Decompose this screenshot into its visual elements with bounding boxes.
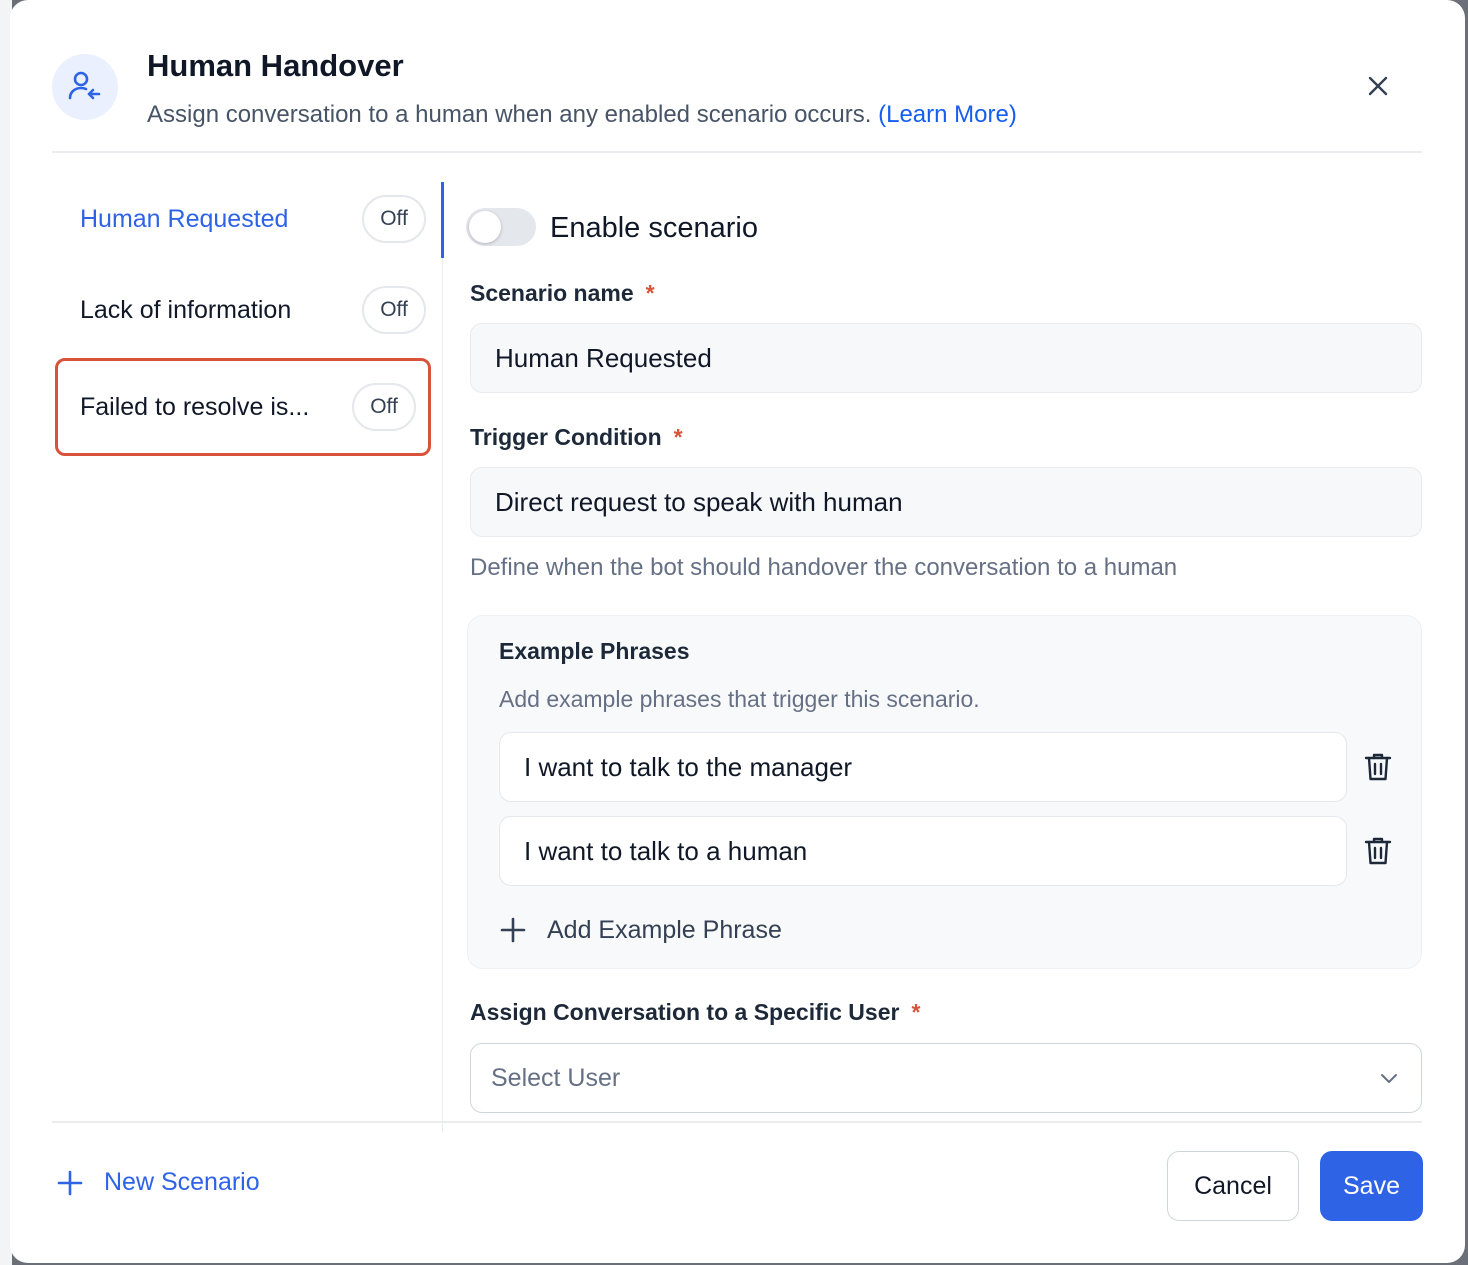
status-badge: Off bbox=[362, 195, 426, 243]
add-example-phrase-button[interactable]: Add Example Phrase bbox=[499, 912, 782, 948]
user-handover-icon bbox=[52, 54, 118, 120]
plus-icon bbox=[500, 917, 526, 943]
footer-divider bbox=[52, 1121, 1422, 1123]
new-scenario-label: New Scenario bbox=[104, 1168, 260, 1196]
trash-icon bbox=[1364, 753, 1392, 781]
select-user-dropdown[interactable]: Select User bbox=[470, 1043, 1422, 1113]
required-mark: * bbox=[911, 999, 921, 1025]
human-handover-modal: Human Handover Assign conversation to a … bbox=[10, 0, 1465, 1263]
assign-user-label: Assign Conversation to a Specific User * bbox=[470, 999, 920, 1026]
select-user-placeholder: Select User bbox=[491, 1063, 621, 1092]
example-phrases-subtitle: Add example phrases that trigger this sc… bbox=[499, 686, 980, 712]
subtitle-text: Assign conversation to a human when any … bbox=[147, 101, 872, 128]
example-phrase-input[interactable]: I want to talk to a human bbox=[499, 816, 1347, 886]
new-scenario-button[interactable]: New Scenario bbox=[56, 1168, 260, 1197]
scenario-label: Human Requested bbox=[80, 204, 289, 233]
delete-phrase-button[interactable] bbox=[1361, 750, 1395, 784]
add-example-phrase-label: Add Example Phrase bbox=[547, 915, 782, 944]
modal-subtitle: Assign conversation to a human when any … bbox=[147, 101, 1017, 129]
required-mark: * bbox=[673, 424, 683, 450]
trigger-hint: Define when the bot should handover the … bbox=[470, 554, 1178, 581]
required-mark: * bbox=[645, 280, 655, 306]
scenario-name-input[interactable]: Human Requested bbox=[470, 323, 1422, 393]
trash-icon bbox=[1364, 837, 1392, 865]
example-phrases-title: Example Phrases bbox=[499, 638, 690, 664]
example-phrases-panel: Example Phrases Add example phrases that… bbox=[467, 615, 1422, 969]
close-button[interactable] bbox=[1360, 68, 1396, 104]
scenario-label: Failed to resolve is... bbox=[80, 392, 310, 421]
scenario-item-failed-to-resolve[interactable]: Failed to resolve is... Off bbox=[55, 358, 431, 456]
label-text: Trigger Condition bbox=[470, 424, 662, 450]
save-button[interactable]: Save bbox=[1320, 1151, 1423, 1221]
modal-title: Human Handover bbox=[147, 48, 404, 83]
scenario-item-lack-of-information[interactable]: Lack of information Off bbox=[55, 261, 431, 359]
example-phrase-input[interactable]: I want to talk to the manager bbox=[499, 732, 1347, 802]
plus-icon bbox=[57, 1170, 83, 1195]
trigger-condition-input[interactable]: Direct request to speak with human bbox=[470, 467, 1422, 537]
scenario-item-human-requested[interactable]: Human Requested Off bbox=[55, 170, 431, 268]
toggle-knob bbox=[469, 211, 501, 243]
panel-divider bbox=[442, 182, 443, 1132]
label-text: Scenario name bbox=[470, 280, 634, 306]
delete-phrase-button[interactable] bbox=[1361, 834, 1395, 868]
close-icon bbox=[1368, 76, 1388, 96]
chevron-down-icon bbox=[1381, 1074, 1397, 1083]
learn-more-link[interactable]: (Learn More) bbox=[878, 101, 1017, 128]
label-text: Assign Conversation to a Specific User bbox=[470, 999, 900, 1025]
cancel-button[interactable]: Cancel bbox=[1167, 1151, 1299, 1221]
status-badge: Off bbox=[362, 286, 426, 334]
scenario-label: Lack of information bbox=[80, 295, 292, 324]
header-divider bbox=[52, 151, 1422, 153]
status-badge: Off bbox=[352, 383, 416, 431]
active-indicator bbox=[441, 182, 444, 258]
enable-scenario-label: Enable scenario bbox=[550, 212, 758, 244]
trigger-condition-label: Trigger Condition * bbox=[470, 424, 683, 451]
enable-scenario-toggle[interactable] bbox=[466, 208, 536, 246]
scenario-name-label: Scenario name * bbox=[470, 280, 655, 307]
